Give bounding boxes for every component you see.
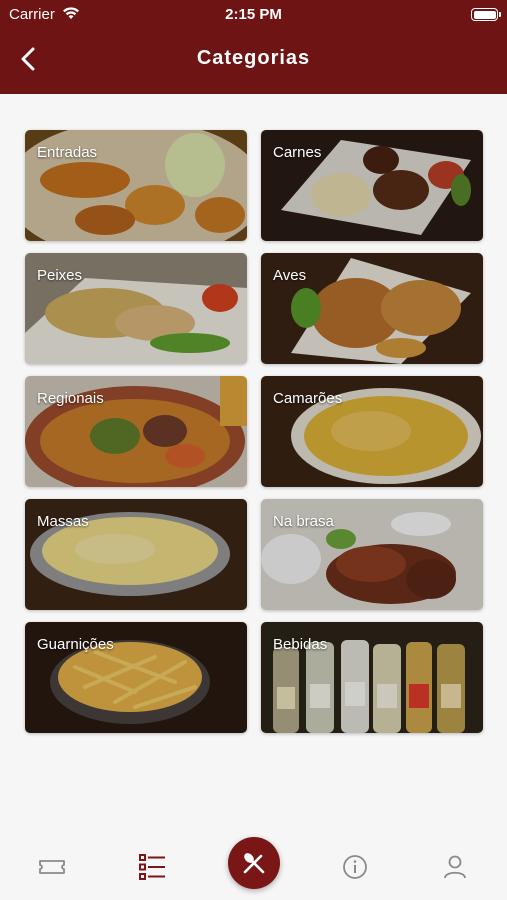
app-header: Carrier 2:15 PM Categorias <box>0 0 507 94</box>
category-card-aves[interactable]: Aves <box>261 253 483 364</box>
category-card-entradas[interactable]: Entradas <box>25 130 247 241</box>
category-label: Na brasa <box>273 513 334 530</box>
category-card-peixes[interactable]: Peixes <box>25 253 247 364</box>
list-icon <box>139 854 165 880</box>
category-card-carnes[interactable]: Carnes <box>261 130 483 241</box>
tab-profile[interactable] <box>440 852 470 882</box>
status-bar: Carrier 2:15 PM <box>0 0 507 30</box>
category-label: Camarões <box>273 390 343 407</box>
info-icon <box>343 855 367 879</box>
category-card-massas[interactable]: Massas <box>25 499 247 610</box>
clock: 2:15 PM <box>225 6 282 23</box>
category-label: Regionais <box>37 390 104 407</box>
tab-categories[interactable] <box>137 852 167 882</box>
category-label: Bebidas <box>273 636 328 653</box>
category-label: Massas <box>37 513 89 530</box>
tab-ticket[interactable] <box>37 852 67 882</box>
page-title: Categorias <box>196 47 311 69</box>
bottom-tab-bar <box>0 826 507 900</box>
tab-info[interactable] <box>340 852 370 882</box>
user-icon <box>444 855 466 879</box>
battery-icon <box>471 8 501 21</box>
category-card-camaroes[interactable]: Camarões <box>261 376 483 487</box>
category-label: Entradas <box>37 144 98 161</box>
category-card-guarnicoes[interactable]: Guarnições <box>25 622 247 733</box>
menu-button[interactable] <box>228 837 280 889</box>
category-card-regionais[interactable]: Regionais <box>25 376 247 487</box>
category-label: Carnes <box>273 144 322 161</box>
category-label: Peixes <box>37 267 83 284</box>
category-label: Guarnições <box>37 636 114 653</box>
category-card-na-brasa[interactable]: Na brasa <box>261 499 483 610</box>
ticket-icon <box>39 860 65 874</box>
fork-knife-icon <box>243 853 265 874</box>
category-label: Aves <box>273 267 307 284</box>
category-card-bebidas[interactable]: Bebidas <box>261 622 483 733</box>
